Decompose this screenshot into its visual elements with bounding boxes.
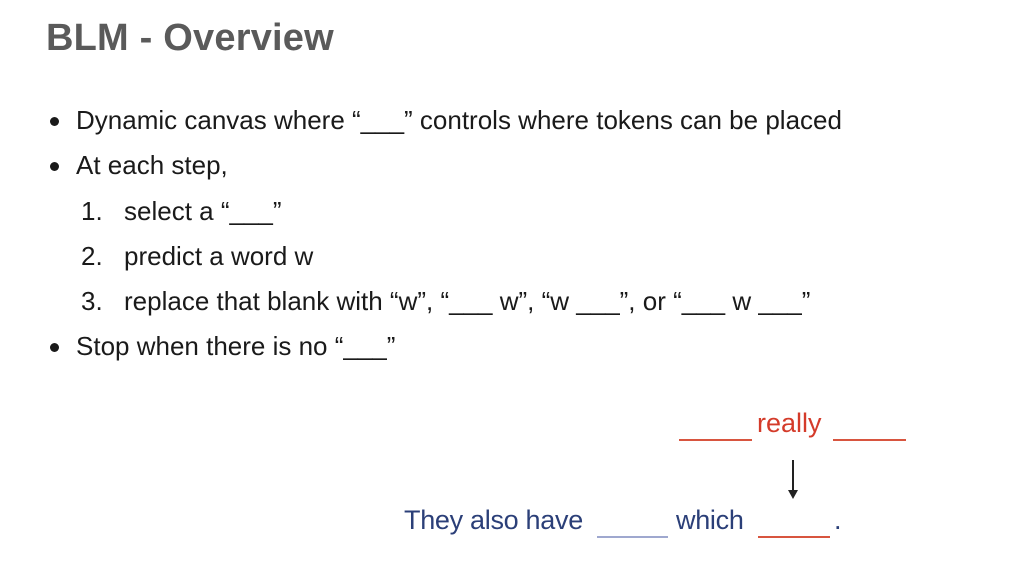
down-arrow-icon [792, 460, 794, 490]
sentence-part-2: which [676, 505, 744, 535]
selected-red-blank [758, 536, 830, 538]
red-blank-left [679, 439, 752, 441]
sentence-part-1: They also have [404, 505, 583, 535]
step-number: 2. [81, 241, 103, 271]
step-text: select a “___” [124, 196, 282, 226]
bullet-2: At each step, [76, 150, 228, 180]
slide: BLM - Overview Dynamic canvas where “___… [0, 0, 1017, 574]
bullet-1: Dynamic canvas where “___” controls wher… [76, 105, 842, 135]
step-number: 3. [81, 286, 103, 316]
sentence-end: . [834, 505, 842, 535]
bullet-dot [50, 343, 59, 352]
step-number: 1. [81, 196, 103, 226]
step-text: predict a word w [124, 241, 314, 271]
bullet-dot [50, 117, 59, 126]
step-text: replace that blank with “w”, “___ w”, “w… [124, 286, 811, 316]
bullet-3: Stop when there is no “___” [76, 331, 396, 361]
inserted-word: really [757, 408, 822, 438]
bullet-dot [50, 162, 59, 171]
slide-title: BLM - Overview [46, 17, 334, 59]
red-blank-right [833, 439, 906, 441]
blue-blank [597, 536, 668, 538]
down-arrow-head [788, 490, 798, 499]
